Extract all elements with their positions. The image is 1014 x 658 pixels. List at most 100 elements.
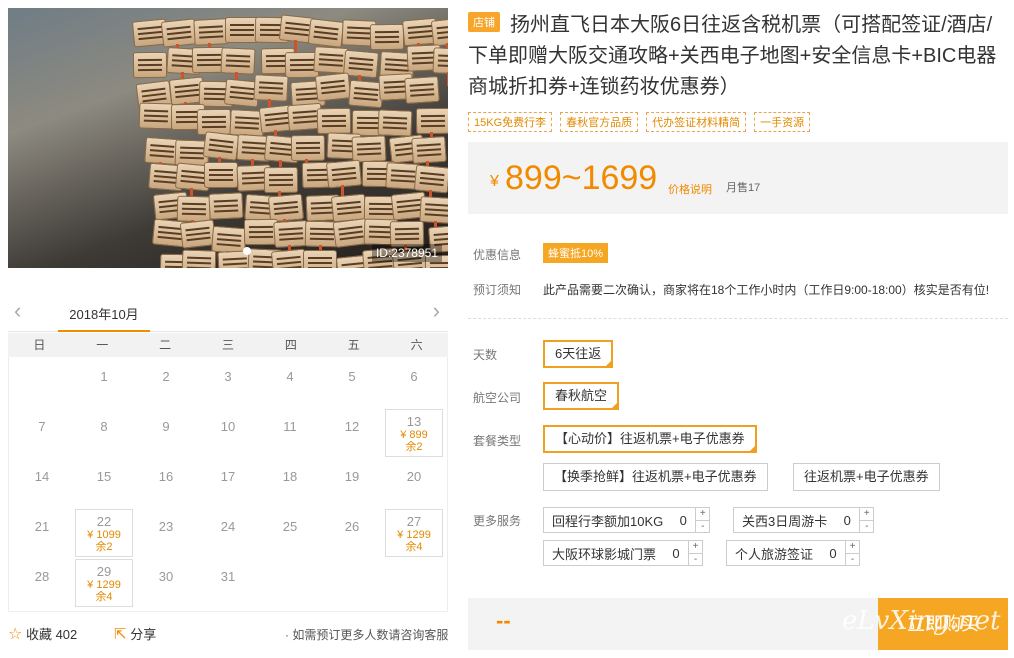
notice-label: 预订须知 [473, 283, 522, 297]
quantity-value[interactable]: 0 [835, 513, 859, 528]
day-number: 31 [220, 569, 236, 584]
calendar-day: 24 [199, 509, 257, 557]
quantity-value[interactable]: 0 [821, 546, 845, 561]
carousel-dot[interactable] [243, 247, 251, 255]
option-package-heart-price[interactable]: 【心动价】往返机票+电子优惠券 [543, 425, 757, 453]
total-price-placeholder: -- [496, 608, 511, 633]
quantity-stepper[interactable]: + - [859, 508, 874, 533]
weekday: 日 [33, 338, 46, 352]
discount-badge: 蜂蜜抵10% [543, 243, 609, 263]
calendar-day: 20 [385, 459, 443, 507]
package-label: 套餐类型 [473, 434, 522, 448]
calendar-day: 14 [13, 459, 71, 507]
ema-tablet [314, 72, 351, 102]
calendar-day-available[interactable]: 22 ¥ 1099 余2 [75, 509, 133, 557]
option-package-season[interactable]: 【换季抢鲜】往返机票+电子优惠券 [543, 463, 768, 491]
favorite-button[interactable]: ☆ 收藏 402 [8, 624, 77, 644]
plus-button[interactable]: + [860, 508, 873, 520]
calendar-day: 17 [199, 459, 257, 507]
service-name: 关西3日周游卡 [742, 513, 828, 529]
day-number: 14 [34, 469, 50, 484]
share-button[interactable]: ⇱ 分享 [114, 624, 156, 643]
monthly-sales: 月售17 [726, 182, 761, 194]
plus-button[interactable]: + [696, 508, 709, 520]
day-remaining: 余4 [405, 541, 423, 553]
shop-badge[interactable]: 店铺 [468, 12, 500, 32]
day-price: ¥ 1299 [397, 529, 431, 541]
day-number: 10 [220, 419, 236, 434]
service-name: 回程行李额加10KG [552, 513, 664, 529]
calendar-day-available[interactable]: 27 ¥ 1299 余4 [385, 509, 443, 557]
day-remaining: 余2 [405, 441, 423, 453]
calendar-day: 12 [323, 409, 381, 457]
calendar-day: 10 [199, 409, 257, 457]
quantity-stepper[interactable]: + - [695, 508, 710, 533]
day-number: 17 [220, 469, 236, 484]
quantity-stepper[interactable]: + - [688, 541, 703, 566]
calendar-day: 2 [137, 359, 195, 407]
ema-tablet [220, 47, 257, 76]
day-number: 4 [286, 369, 294, 384]
calendar-day-available[interactable]: 29 ¥ 1299 余4 [75, 559, 133, 607]
calendar-weekdays: 日 一 二 三 四 五 六 [8, 333, 448, 357]
option-days-6[interactable]: 6天往返 [543, 340, 614, 368]
quantity-value[interactable]: 0 [671, 513, 695, 528]
day-number: 24 [220, 519, 236, 534]
service-name: 个人旅游签证 [735, 546, 814, 562]
day-number: 23 [158, 519, 174, 534]
plus-button[interactable]: + [846, 541, 859, 553]
quantity-value[interactable]: 0 [664, 546, 688, 561]
image-id: ID:2378951 [371, 244, 442, 262]
service-name: 大阪环球影城门票 [552, 546, 657, 562]
ema-tablet [290, 134, 325, 162]
quantity-stepper[interactable]: + - [845, 541, 860, 566]
day-number: 22 [96, 514, 112, 529]
ema-tablet [270, 248, 308, 268]
calendar-day: 19 [323, 459, 381, 507]
day-number: 12 [344, 419, 360, 434]
discount-label: 优惠信息 [473, 248, 522, 262]
day-price: ¥ 899 [400, 429, 428, 441]
airline-label: 航空公司 [473, 391, 522, 405]
day-number: 26 [344, 519, 360, 534]
service-extra-baggage: 回程行李额加10KG 0 + - [543, 507, 711, 533]
day-number: 9 [162, 419, 170, 434]
ema-tablet [181, 249, 217, 268]
minus-button[interactable]: - [689, 553, 703, 566]
product-photo: ID:2378951 [8, 8, 448, 268]
day-number: 3 [224, 369, 232, 384]
star-icon: ☆ [8, 626, 23, 643]
watermark: eLvXing.net [842, 606, 1001, 636]
minus-button[interactable]: - [860, 520, 874, 533]
calendar-day-available[interactable]: 13 ¥ 899 余2 [385, 409, 443, 457]
calendar-day: 16 [137, 459, 195, 507]
option-airline-spring[interactable]: 春秋航空 [543, 382, 620, 410]
ema-tablet [415, 108, 448, 135]
calendar-day: 4 [261, 359, 319, 407]
feature-tag: 春秋官方品质 [560, 112, 639, 132]
price-explain-link[interactable]: 价格说明 [668, 181, 712, 197]
ema-tablet [133, 51, 168, 79]
option-package-basic[interactable]: 往返机票+电子优惠券 [793, 463, 940, 491]
chevron-left-icon[interactable]: ‹ [14, 298, 21, 324]
feature-tags: 15KG免费行李 春秋官方品质 代办签证材料精简 一手资源 [468, 112, 811, 132]
calendar-day: 31 [199, 559, 257, 607]
calendar-day: 5 [323, 359, 381, 407]
minus-button[interactable]: - [846, 553, 860, 566]
calendar-day: 15 [75, 459, 133, 507]
more-services-label: 更多服务 [473, 514, 522, 528]
ema-tablet [208, 192, 244, 220]
share-label: 分享 [130, 627, 157, 642]
ema-tablet [224, 16, 259, 43]
day-number: 19 [344, 469, 360, 484]
weekday: 三 [222, 338, 235, 352]
calendar-day: 26 [323, 509, 381, 557]
calendar-day: 8 [75, 409, 133, 457]
plus-button[interactable]: + [689, 541, 702, 553]
day-number: 25 [282, 519, 298, 534]
ema-tablet [203, 130, 240, 161]
day-number: 1 [100, 369, 108, 384]
minus-button[interactable]: - [696, 520, 710, 533]
chevron-right-icon[interactable]: › [433, 298, 440, 324]
price-range: 899~1699 [505, 159, 658, 197]
